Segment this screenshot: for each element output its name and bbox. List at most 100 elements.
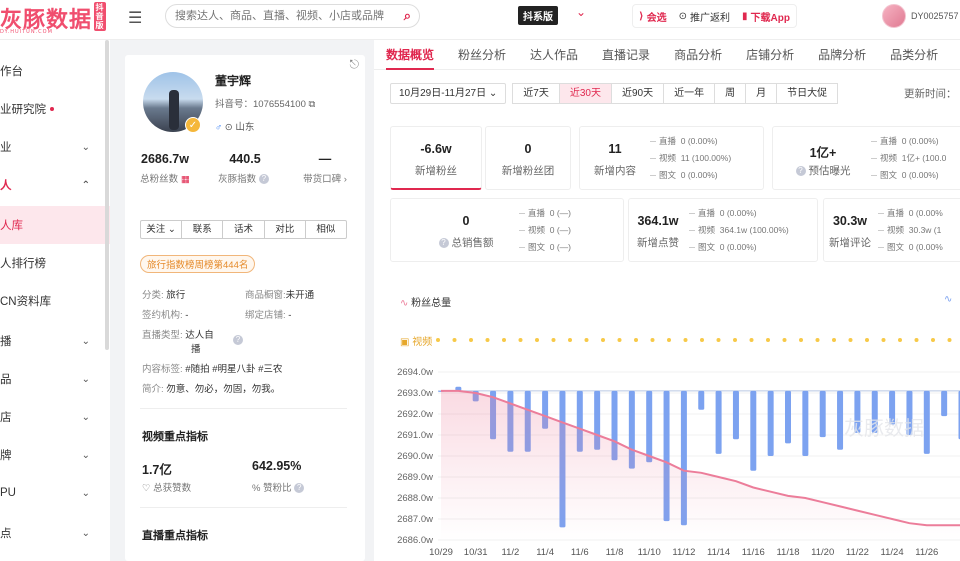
download-app-button[interactable]: ▮ 下载App <box>742 9 790 24</box>
help-icon[interactable]: ? <box>233 335 243 345</box>
profile-name: 董宇辉 <box>215 74 252 88</box>
video-marker <box>650 338 655 342</box>
version-selector[interactable]: 抖系版 <box>518 6 558 25</box>
bar <box>767 390 774 456</box>
similar-button[interactable]: 相似 <box>306 221 346 238</box>
profile-panel: ✓ 董宇辉 抖音号：1076554100 ⧉ ♂ ⊙ 山东 ⎋ 2686.7w 总… <box>125 55 365 561</box>
x-tick-label: 10/29 <box>429 547 453 558</box>
video-marker <box>518 338 523 342</box>
video-marker <box>848 338 853 342</box>
sidebar-item-industry[interactable]: 业 ⌄ <box>0 128 110 166</box>
bar <box>715 390 722 454</box>
video-marker <box>931 338 935 342</box>
user-menu[interactable]: DY0025757 <box>882 4 959 28</box>
script-button[interactable]: 话术 <box>223 221 265 238</box>
member-icon: ⟩ <box>639 10 644 22</box>
video-marker <box>700 338 704 342</box>
video-marker <box>502 338 506 342</box>
info-shop: 绑定店铺: - <box>245 310 292 321</box>
copy-icon[interactable]: ⧉ <box>309 99 316 110</box>
heart-icon: ♡ <box>142 483 151 494</box>
compare-button[interactable]: 对比 <box>265 221 306 238</box>
y-tick-label: 2692.0w <box>397 409 433 420</box>
sidebar-item-hotspot[interactable]: 点 ⌄ <box>0 514 110 552</box>
bar <box>750 390 757 471</box>
like-fan-ratio-label: % 赞粉比 ? <box>252 480 307 494</box>
y-tick-label: 2690.0w <box>397 451 433 462</box>
user-name: DY0025757 <box>911 11 959 21</box>
divider <box>140 507 347 508</box>
logo-badge: 抖音版 <box>94 2 107 31</box>
bar <box>732 390 739 440</box>
video-section-title: 视频重点指标 <box>142 431 208 443</box>
grid-icon: ▦ <box>180 174 190 185</box>
sidebar-item-influencer-library[interactable]: 人库 <box>0 206 110 244</box>
sidebar-item-product[interactable]: 品 ⌄ <box>0 360 110 398</box>
sidebar-item-workbench[interactable]: 作台 <box>0 52 110 90</box>
chevron-down-icon: ⌄ <box>81 449 90 461</box>
sidebar-item-live[interactable]: 播 ⌄ <box>0 322 110 360</box>
member-button[interactable]: ⟩ 会选 <box>639 9 667 24</box>
video-marker <box>766 338 770 342</box>
stat-index: 440.5 灰豚指数 ? <box>205 152 285 185</box>
user-avatar[interactable] <box>882 4 906 28</box>
video-marker <box>832 338 836 342</box>
logo-sub: DY.HUITUN.COM <box>0 29 53 35</box>
stat-followers: 2686.7w 总粉丝数 ▦ <box>140 152 190 185</box>
x-tick-label: 11/20 <box>811 547 834 558</box>
chevron-down-icon: ⌄ <box>81 411 90 423</box>
sidebar-item-mcn-library[interactable]: CN资料库 <box>0 282 110 320</box>
contact-button[interactable]: 联系 <box>182 221 224 238</box>
info-live-type: 直播类型: 达人自 <box>142 330 214 341</box>
y-tick-label: 2688.0w <box>397 493 433 504</box>
promo-button[interactable]: ⊙ 推广返利 <box>679 9 730 24</box>
verified-icon: ✓ <box>185 117 201 133</box>
video-marker <box>898 338 902 342</box>
profile-actions: 关注 ⌄ 联系 话术 对比 相似 <box>140 220 347 239</box>
sidebar-item-influencer-ranking[interactable]: 人排行榜 <box>0 244 110 282</box>
info-live-type-2: 播 <box>191 344 201 355</box>
y-tick-label: 2686.0w <box>397 535 433 546</box>
sidebar-item-brand[interactable]: 牌 ⌄ <box>0 436 110 474</box>
bar <box>698 390 705 410</box>
video-marker <box>617 338 622 342</box>
male-icon: ♂ <box>215 122 223 133</box>
promo-icon: ⊙ <box>678 10 687 22</box>
logo[interactable]: 灰豚数据抖音版 DY.HUITUN.COM <box>0 2 107 35</box>
rank-badge[interactable]: 旅行指数榜周榜第444名 <box>140 255 256 273</box>
follow-button[interactable]: 关注 ⌄ <box>141 221 183 238</box>
sidebar-item-research[interactable]: 业研究院 <box>0 90 110 128</box>
chevron-right-icon: › <box>343 174 347 185</box>
chevron-down-icon: ⌄ <box>81 487 90 499</box>
bar <box>923 390 930 454</box>
video-marker <box>716 338 721 342</box>
percent-icon: % <box>252 483 261 494</box>
search-input[interactable] <box>175 5 395 27</box>
video-marker <box>601 338 605 342</box>
video-marker <box>782 338 787 342</box>
video-marker <box>452 338 457 342</box>
search-icon[interactable]: ⌕ <box>404 8 411 24</box>
x-tick-label: 11/2 <box>502 547 520 558</box>
bar <box>802 390 809 456</box>
stat-reputation[interactable]: — 带货口碑 › <box>285 152 365 185</box>
search-box[interactable]: ⌕ <box>165 4 420 28</box>
sidebar-item-shop[interactable]: 店 ⌄ <box>0 398 110 436</box>
x-tick-label: 11/14 <box>707 547 730 558</box>
sidebar-scrollbar[interactable] <box>105 40 109 350</box>
watermark: 灰豚数据 <box>844 416 924 440</box>
chevron-down-icon: ⌄ <box>81 335 90 347</box>
video-marker <box>584 338 589 342</box>
sidebar-item-influencer[interactable]: 人 ⌃ <box>0 166 110 204</box>
top-actions: ⟩ 会选 ⊙ 推广返利 ▮ 下载App <box>632 4 797 28</box>
x-tick-label: 11/6 <box>571 547 589 558</box>
help-icon: ? <box>294 483 305 494</box>
sidebar-item-spu[interactable]: PU ⌄ <box>0 474 110 512</box>
share-icon[interactable]: ⎋ <box>350 57 360 72</box>
y-tick-label: 2687.0w <box>397 514 433 525</box>
video-marker <box>947 338 952 342</box>
video-marker <box>683 338 688 342</box>
menu-collapse-icon[interactable]: ☰ <box>128 8 142 28</box>
location-icon: ⊙ <box>224 122 233 133</box>
chevron-down-icon[interactable]: ⌄ <box>576 5 586 19</box>
